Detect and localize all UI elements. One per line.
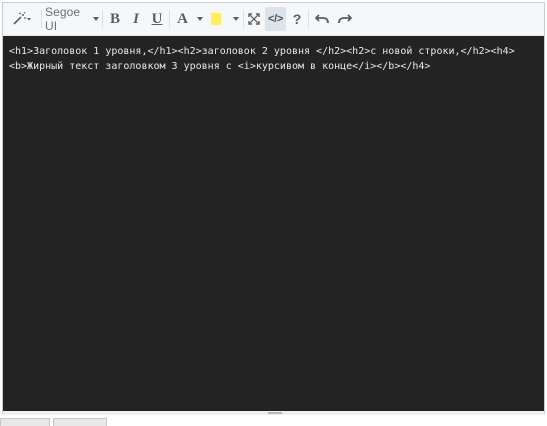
redo-button[interactable]	[335, 7, 355, 31]
font-color-button[interactable]: A	[173, 7, 207, 31]
bottom-tab[interactable]	[53, 418, 107, 426]
html-source-textarea[interactable]: <h1>Заголовок 1 уровня,</h1><h2>заголово…	[3, 36, 544, 411]
underline-icon: U	[151, 10, 163, 27]
code-view-button[interactable]: </>	[265, 7, 286, 31]
highlight-color-button[interactable]	[209, 7, 241, 31]
toolbar-separator	[169, 10, 170, 28]
toolbar-separator	[308, 10, 309, 28]
underline-button[interactable]: U	[148, 7, 166, 31]
bold-button[interactable]: B	[106, 7, 124, 31]
magic-wand-icon	[13, 12, 31, 25]
code-view-icon: </>	[267, 13, 283, 25]
resize-grip-icon	[268, 412, 282, 414]
bottom-tab[interactable]	[0, 418, 50, 426]
help-button[interactable]: ?	[289, 7, 305, 31]
toolbar-separator	[243, 10, 244, 28]
bold-icon: B	[109, 10, 120, 27]
italic-icon: I	[133, 10, 139, 27]
undo-button[interactable]	[312, 7, 332, 31]
chevron-down-icon	[196, 17, 203, 21]
font-family-dropdown[interactable]: Segoe UI	[45, 5, 99, 33]
toolbar-separator	[102, 10, 103, 28]
highlight-swatch-icon	[211, 13, 221, 25]
editor-resize-handle[interactable]	[3, 411, 544, 415]
chevron-down-icon	[93, 17, 99, 21]
font-color-icon: A	[177, 10, 188, 27]
font-family-value: Segoe UI	[45, 5, 81, 33]
help-icon: ?	[292, 11, 302, 27]
rich-text-editor: Segoe UI B I U A </> ? <h1>Заголовок 1 у…	[2, 2, 545, 415]
chevron-down-icon	[233, 17, 239, 21]
editor-toolbar: Segoe UI B I U A </> ?	[3, 3, 544, 36]
undo-icon	[315, 14, 329, 24]
toolbar-separator	[41, 10, 42, 28]
italic-button[interactable]: I	[127, 7, 145, 31]
fullscreen-button[interactable]	[245, 7, 263, 31]
magic-format-button[interactable]	[9, 7, 35, 31]
redo-icon	[338, 14, 352, 24]
expand-icon	[248, 13, 260, 25]
